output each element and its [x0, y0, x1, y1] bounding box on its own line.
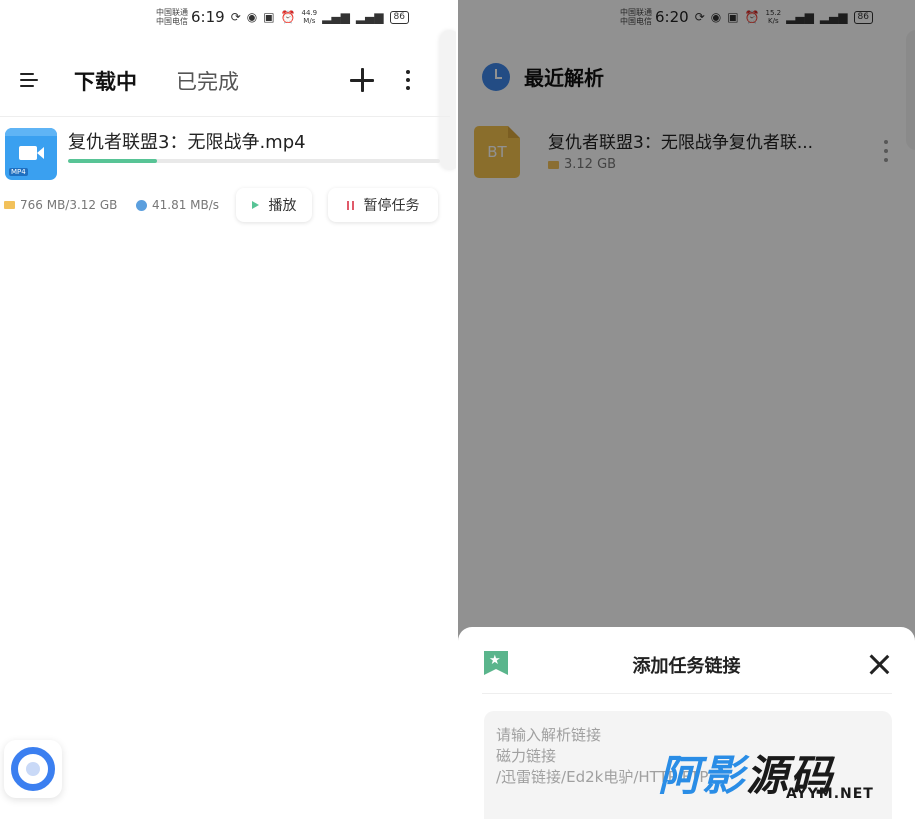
- network-speed: 44.9 M/s: [301, 9, 318, 25]
- task-size: 766 MB/3.12 GB: [4, 198, 117, 212]
- more-options-icon[interactable]: [403, 68, 413, 92]
- close-icon[interactable]: [868, 653, 890, 675]
- divider: [482, 693, 892, 694]
- float-ball-icon: [11, 747, 55, 791]
- downloads-screen: 中国联通 中国电信 6:19 ⟳ ◉ ▣ ⏰ 44.9 M/s ▂▄▆ ▂▄▆ …: [0, 0, 456, 819]
- watermark-logo: 阿影源码 AYYM.NET: [658, 751, 874, 802]
- status-bar: 中国联通 中国电信 6:19 ⟳ ◉ ▣ ⏰ 44.9 M/s ▂▄▆ ▂▄▆ …: [156, 0, 409, 34]
- tab-completed[interactable]: 已完成: [176, 66, 239, 96]
- add-task-icon[interactable]: [349, 67, 375, 93]
- sync-icon: ⟳: [230, 10, 241, 24]
- toolbar: 下载中 已完成: [0, 58, 456, 104]
- task-title: 复仇者联盟3：无限战争.mp4: [68, 132, 306, 153]
- menu-icon[interactable]: [20, 70, 42, 90]
- pause-task-button[interactable]: 暂停任务: [328, 188, 438, 222]
- battery-indicator: 86: [389, 10, 409, 24]
- play-button[interactable]: 播放: [236, 188, 312, 222]
- nfc-icon: ▣: [263, 10, 275, 24]
- alarm-icon: ⏰: [280, 10, 296, 24]
- pause-icon: [346, 200, 354, 210]
- speed-icon: [136, 199, 147, 211]
- carrier-labels: 中国联通 中国电信: [156, 8, 188, 26]
- tab-downloading[interactable]: 下载中: [74, 66, 137, 96]
- floating-action-button[interactable]: [4, 740, 62, 798]
- task-speed: 41.81 MB/s: [136, 198, 219, 212]
- play-icon: [251, 201, 259, 209]
- divider: [0, 116, 450, 117]
- status-time: 6:19: [191, 8, 225, 26]
- watermark-url: AYYM.NET: [786, 786, 874, 802]
- signal-icon: ▂▄▆: [322, 10, 350, 24]
- folder-icon: [4, 201, 15, 209]
- video-file-icon: MP4: [5, 128, 57, 180]
- sheet-title: 添加任务链接: [632, 656, 741, 677]
- download-progress-bar: [68, 159, 440, 163]
- eye-icon: ◉: [246, 10, 258, 24]
- add-link-screen: 中国联通 中国电信 6:20 ⟳ ◉ ▣ ⏰ 15.2 K/s ▂▄▆ ▂▄▆ …: [458, 0, 915, 819]
- download-task-item[interactable]: MP4 复仇者联盟3：无限战争.mp4 766 MB/3.12 GB 41.81…: [0, 116, 450, 236]
- progress-fill: [68, 159, 158, 163]
- signal-icon-2: ▂▄▆: [355, 10, 384, 24]
- file-type-tag: MP4: [9, 168, 28, 176]
